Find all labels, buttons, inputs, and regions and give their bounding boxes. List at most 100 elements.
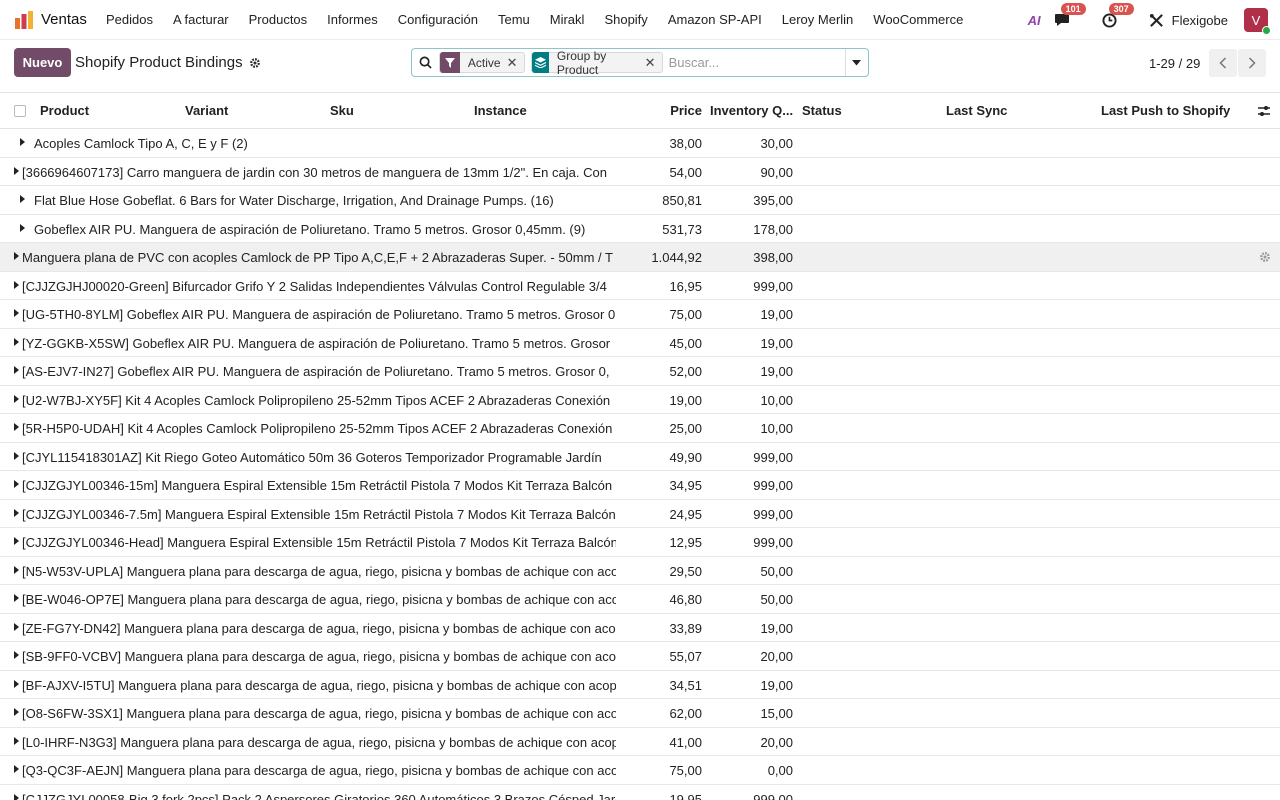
avatar-letter: V: [1251, 12, 1261, 28]
group-inventory-total: 19,00: [760, 307, 793, 322]
group-row[interactable]: [CJYL115418301AZ] Kit Riego Goteo Automá…: [0, 443, 1280, 471]
search-icon[interactable]: [412, 56, 439, 69]
optional-columns-sliders-icon[interactable]: [1257, 104, 1271, 118]
column-last-sync[interactable]: Last Sync: [946, 103, 1007, 118]
group-inventory-total: 20,00: [760, 649, 793, 664]
new-button[interactable]: Nuevo: [14, 48, 71, 77]
list-header: Product Variant Sku Instance Price Inven…: [0, 92, 1280, 129]
menu-item-a-facturar[interactable]: A facturar: [173, 12, 229, 27]
search-input[interactable]: [668, 50, 845, 75]
caret-right-icon: [14, 679, 19, 688]
group-row[interactable]: [3666964607173] Carro manguera de jardin…: [0, 158, 1280, 186]
layers-icon: [531, 52, 549, 73]
company-switcher[interactable]: Flexigobe: [1172, 13, 1228, 28]
group-inventory-total: 10,00: [760, 421, 793, 436]
column-last-push[interactable]: Last Push to Shopify: [1101, 103, 1230, 118]
group-price-total: 41,00: [669, 734, 702, 750]
main-menu: Pedidos A facturar Productos Informes Co…: [106, 12, 983, 27]
sales-app-icon[interactable]: [14, 10, 34, 30]
messages-button[interactable]: 101: [1053, 3, 1086, 29]
group-name: [CJJZGJYL00346-15m] Manguera Espiral Ext…: [22, 478, 613, 493]
caret-right-icon: [14, 793, 19, 800]
column-status[interactable]: Status: [802, 103, 842, 118]
group-config-gear-icon[interactable]: [1259, 251, 1271, 263]
group-name: [UG-5TH0-8YLM] Gobeflex AIR PU. Manguera…: [22, 307, 616, 322]
group-row[interactable]: [BF-AJXV-I5TU] Manguera plana para desca…: [0, 671, 1280, 699]
caret-right-icon: [14, 252, 19, 260]
group-inventory-total: 999,00: [753, 791, 793, 800]
filter-icon: [439, 52, 460, 73]
menu-item-productos[interactable]: Productos: [249, 12, 308, 27]
group-inventory-total: 90,00: [760, 164, 793, 180]
group-row[interactable]: [BE-W046-OP7E] Manguera plana para desca…: [0, 585, 1280, 614]
menu-item-amazon-sp-api[interactable]: Amazon SP-API: [668, 12, 762, 27]
group-row[interactable]: [N5-W53V-UPLA] Manguera plana para desca…: [0, 557, 1280, 585]
group-price-total: 55,07: [669, 649, 702, 664]
caret-right-icon: [20, 195, 25, 203]
gear-icon[interactable]: [249, 57, 261, 69]
group-inventory-total: 999,00: [753, 278, 793, 294]
select-all-checkbox[interactable]: [14, 105, 26, 117]
group-row[interactable]: [O8-S6FW-3SX1] Manguera plana para desca…: [0, 699, 1280, 728]
search-options-toggle[interactable]: [844, 49, 868, 76]
group-inventory-total: 398,00: [753, 250, 793, 265]
group-row[interactable]: [5R-H5P0-UDAH] Kit 4 Acoples Camlock Pol…: [0, 414, 1280, 443]
remove-group-close-icon[interactable]: ✕: [645, 55, 662, 71]
group-inventory-total: 20,00: [760, 734, 793, 750]
group-row[interactable]: [AS-EJV7-IN27] Gobeflex AIR PU. Manguera…: [0, 357, 1280, 386]
group-row[interactable]: [Q3-QC3F-AEJN] Manguera plana para desca…: [0, 756, 1280, 785]
facet-group-label: Group by Product: [556, 48, 607, 77]
caret-right-icon: [14, 622, 19, 631]
group-row[interactable]: [ZE-FG7Y-DN42] Manguera plana para desca…: [0, 614, 1280, 642]
menu-item-temu[interactable]: Temu: [498, 12, 530, 27]
remove-filter-close-icon[interactable]: ✕: [507, 55, 524, 71]
group-row[interactable]: [CJJZGJYL00058-Big 3 fork 2pcs] Pack 2 A…: [0, 785, 1280, 800]
tools-icon[interactable]: [1149, 13, 1164, 28]
group-price-total: 850,81: [662, 193, 702, 208]
group-row[interactable]: [CJJZGJHJ00020-Green] Bifurcador Grifo Y…: [0, 272, 1280, 300]
group-row[interactable]: Gobeflex AIR PU. Manguera de aspiración …: [0, 215, 1280, 243]
user-avatar[interactable]: V: [1244, 8, 1271, 35]
column-product[interactable]: Product: [40, 103, 89, 118]
pager-previous-button[interactable]: [1209, 49, 1237, 77]
pager-value[interactable]: 1-29 / 29: [1149, 56, 1200, 71]
group-row[interactable]: [YZ-GGKB-X5SW] Gobeflex AIR PU. Manguera…: [0, 329, 1280, 357]
group-row[interactable]: [L0-IHRF-N3G3] Manguera plana para desca…: [0, 728, 1280, 756]
group-row[interactable]: Flat Blue Hose Gobeflat. 6 Bars for Wate…: [0, 186, 1280, 215]
pager-next-button[interactable]: [1238, 49, 1266, 77]
column-instance[interactable]: Instance: [474, 103, 527, 118]
menu-item-shopify[interactable]: Shopify: [604, 12, 647, 27]
group-row[interactable]: [CJJZGJYL00346-Head] Manguera Espiral Ex…: [0, 528, 1280, 557]
menu-item-mirakl[interactable]: Mirakl: [550, 12, 585, 27]
ai-icon[interactable]: AI: [1028, 13, 1041, 28]
group-price-total: 52,00: [669, 364, 702, 379]
menu-item-informes[interactable]: Informes: [327, 12, 378, 27]
group-name: Gobeflex AIR PU. Manguera de aspiración …: [34, 221, 586, 237]
activities-button[interactable]: 307: [1101, 3, 1134, 29]
column-variant[interactable]: Variant: [185, 103, 228, 118]
group-row[interactable]: [CJJZGJYL00346-7.5m] Manguera Espiral Ex…: [0, 500, 1280, 528]
group-row[interactable]: [U2-W7BJ-XY5F] Kit 4 Acoples Camlock Pol…: [0, 386, 1280, 414]
group-row[interactable]: Acoples Camlock Tipo A, C, E y F (2) 38,0…: [0, 129, 1280, 158]
menu-item-configuracion[interactable]: Configuración: [398, 12, 478, 27]
column-inventory[interactable]: Inventory Q...: [710, 103, 793, 118]
caret-right-icon: [14, 708, 19, 716]
group-row[interactable]: [SB-9FF0-VCBV] Manguera plana para desca…: [0, 642, 1280, 671]
menu-item-woocommerce[interactable]: WooCommerce: [873, 12, 963, 27]
menu-item-leroy-merlin[interactable]: Leroy Merlin: [782, 12, 854, 27]
group-name: [Q3-QC3F-AEJN] Manguera plana para desca…: [22, 763, 616, 778]
group-row[interactable]: [UG-5TH0-8YLM] Gobeflex AIR PU. Manguera…: [0, 300, 1280, 329]
column-price[interactable]: Price: [670, 103, 702, 118]
group-name: [AS-EJV7-IN27] Gobeflex AIR PU. Manguera…: [22, 364, 610, 379]
column-sku[interactable]: Sku: [330, 103, 354, 118]
group-price-total: 38,00: [669, 136, 702, 151]
group-name: [CJJZGJYL00346-Head] Manguera Espiral Ex…: [22, 535, 616, 550]
group-row[interactable]: [CJJZGJYL00346-15m] Manguera Espiral Ext…: [0, 471, 1280, 500]
group-name: Acoples Camlock Tipo A, C, E y F (2): [34, 136, 248, 151]
group-name: [ZE-FG7Y-DN42] Manguera plana para desca…: [22, 620, 616, 636]
group-row[interactable]: Manguera plana de PVC con acoples Camloc…: [0, 243, 1280, 272]
caret-right-icon: [14, 309, 19, 317]
group-inventory-total: 178,00: [753, 221, 793, 237]
app-name[interactable]: Ventas: [41, 11, 87, 28]
menu-item-pedidos[interactable]: Pedidos: [106, 12, 153, 27]
